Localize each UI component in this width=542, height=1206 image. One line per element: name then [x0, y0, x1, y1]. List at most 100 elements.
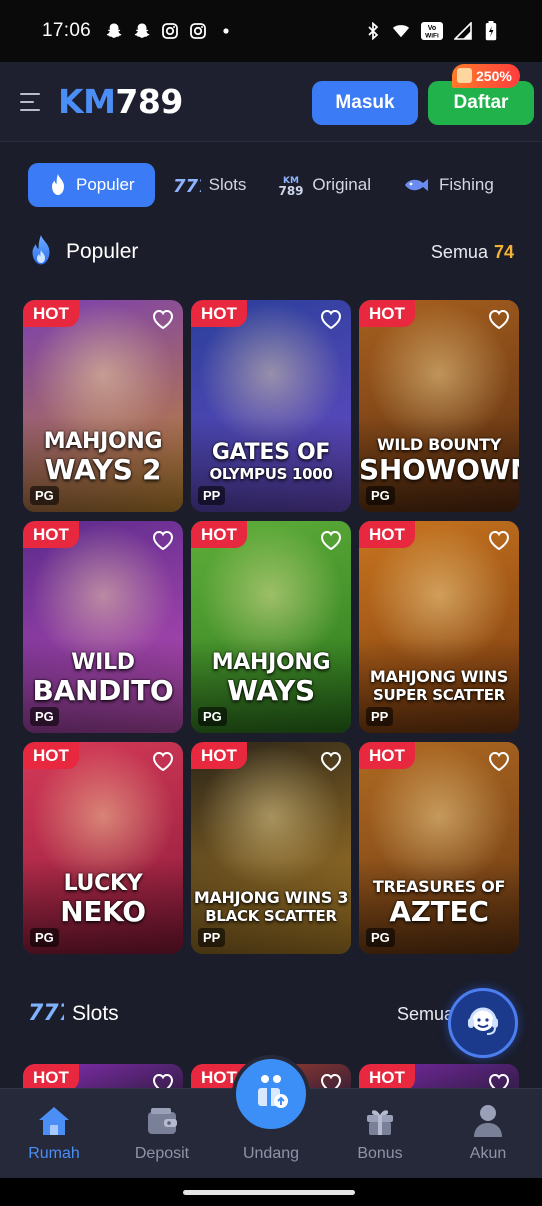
tab-slots[interactable]: 777 Slots — [159, 163, 261, 207]
app-screen: KM789 Masuk Daftar 250% Populer 777 Slot… — [0, 62, 542, 1178]
provider-label: PP — [366, 707, 394, 726]
game-card[interactable]: HOT LUCKY NEKO PG — [23, 742, 183, 954]
home-indicator[interactable] — [183, 1190, 355, 1195]
bonus-badge: 250% — [452, 64, 520, 88]
svg-text:Vo: Vo — [428, 25, 436, 32]
section-title: Slots — [72, 1002, 119, 1025]
hot-badge: HOT — [23, 300, 79, 327]
hot-badge: HOT — [23, 521, 79, 548]
dot-icon — [217, 22, 235, 40]
signal-icon — [454, 22, 472, 40]
hot-badge: HOT — [359, 300, 415, 327]
heart-icon[interactable] — [487, 529, 511, 551]
game-card[interactable]: HOT MAHJONG WINS SUPER SCATTER PP — [359, 521, 519, 733]
invite-icon — [249, 1070, 293, 1119]
game-card[interactable]: HOT MAHJONG WAYS 2 PG — [23, 300, 183, 512]
status-bar: 17:06 Vo WiFi — [0, 0, 542, 62]
heart-icon[interactable] — [319, 529, 343, 551]
popular-section-header: Populer Semua 74 — [28, 232, 514, 272]
heart-icon[interactable] — [487, 308, 511, 330]
game-title: MAHJONG WAYS — [211, 650, 331, 707]
slots-section-header: 777 Slots Semua — [28, 994, 514, 1034]
tab-original[interactable]: KM 789 Original — [264, 163, 385, 207]
brand-logo[interactable]: KM789 — [58, 82, 183, 121]
game-title: MAHJONG WINS SUPER SCATTER — [369, 667, 509, 704]
heart-icon[interactable] — [319, 308, 343, 330]
game-title: WILD BOUNTY SHOWOWN — [359, 435, 519, 486]
nav-akun[interactable]: Akun — [438, 1089, 538, 1178]
nav-deposit[interactable]: Deposit — [112, 1089, 212, 1178]
notification-icons — [105, 22, 235, 40]
bluetooth-icon — [364, 22, 382, 40]
hot-badge: HOT — [23, 1064, 79, 1091]
svg-text:777: 777 — [173, 176, 201, 195]
provider-label: PG — [30, 486, 59, 505]
heart-icon[interactable] — [151, 308, 175, 330]
provider-label: PP — [198, 486, 226, 505]
hot-badge: HOT — [23, 742, 79, 769]
game-title: LUCKY NEKO — [60, 871, 146, 928]
instagram-icon — [161, 22, 179, 40]
vowifi-icon: Vo WiFi — [420, 22, 444, 40]
game-title: GATES OF OLYMPUS 1000 — [209, 440, 333, 483]
game-count: 74 — [493, 241, 514, 262]
game-title: TREASURES OF AZTEC — [372, 877, 506, 928]
provider-label: PG — [366, 486, 395, 505]
snapchat-icon — [133, 22, 151, 40]
game-title: MAHJONG WAYS 2 — [43, 429, 163, 486]
see-all-link[interactable]: Semua 74 — [431, 242, 514, 263]
tab-fishing[interactable]: Fishing — [389, 163, 508, 207]
fish-icon — [403, 176, 431, 194]
heart-icon[interactable] — [151, 529, 175, 551]
battery-icon — [482, 21, 500, 41]
slots-777-icon: 777 — [173, 175, 201, 195]
heart-icon[interactable] — [319, 750, 343, 772]
hot-badge: HOT — [191, 742, 247, 769]
wifi-icon — [392, 22, 410, 40]
km789-icon: KM 789 — [278, 173, 304, 197]
gift-icon — [362, 1103, 398, 1139]
fire-icon — [48, 173, 68, 197]
fire-icon — [28, 234, 54, 271]
wallet-icon — [144, 1103, 180, 1139]
menu-icon[interactable] — [20, 91, 44, 113]
invite-button[interactable] — [232, 1055, 310, 1133]
heart-icon[interactable] — [151, 750, 175, 772]
game-card[interactable]: HOT GATES OF OLYMPUS 1000 PP — [191, 300, 351, 512]
user-icon — [470, 1103, 506, 1139]
game-card[interactable]: HOT MAHJONG WINS 3 BLACK SCATTER PP — [191, 742, 351, 954]
support-button[interactable] — [448, 988, 518, 1058]
hot-badge: HOT — [359, 1064, 415, 1091]
game-card[interactable]: HOT MAHJONG WAYS PG — [191, 521, 351, 733]
tab-populer[interactable]: Populer — [28, 163, 155, 207]
provider-label: PG — [366, 928, 395, 947]
bottom-navigation: Rumah Deposit Undang Bonus Akun — [0, 1055, 542, 1178]
system-icons: Vo WiFi — [364, 21, 500, 41]
see-all-link[interactable]: Semua — [397, 1004, 454, 1025]
nav-rumah[interactable]: Rumah — [4, 1089, 104, 1178]
section-title: Populer — [66, 240, 139, 263]
game-title: WILD BANDITO — [32, 650, 174, 707]
snapchat-icon — [105, 22, 123, 40]
gift-icon — [457, 68, 472, 83]
provider-label: PG — [30, 707, 59, 726]
hot-badge: HOT — [191, 300, 247, 327]
heart-icon[interactable] — [487, 750, 511, 772]
provider-label: PG — [198, 707, 227, 726]
provider-label: PP — [198, 928, 226, 947]
nav-bonus[interactable]: Bonus — [330, 1089, 430, 1178]
svg-text:WiFi: WiFi — [425, 33, 439, 40]
game-title: MAHJONG WINS 3 BLACK SCATTER — [193, 888, 349, 925]
hot-badge: HOT — [359, 742, 415, 769]
svg-text:789: 789 — [279, 184, 304, 197]
svg-text:777: 777 — [28, 1001, 64, 1025]
login-button[interactable]: Masuk — [312, 81, 418, 125]
instagram-icon — [189, 22, 207, 40]
status-time: 17:06 — [42, 20, 92, 41]
game-card[interactable]: HOT WILD BOUNTY SHOWOWN PG — [359, 300, 519, 512]
category-tabs: Populer 777 Slots KM789 Original Fishing — [28, 162, 528, 208]
provider-label: PG — [30, 928, 59, 947]
game-card[interactable]: HOT WILD BANDITO PG — [23, 521, 183, 733]
game-card[interactable]: HOT TREASURES OF AZTEC PG — [359, 742, 519, 954]
hot-badge: HOT — [191, 521, 247, 548]
